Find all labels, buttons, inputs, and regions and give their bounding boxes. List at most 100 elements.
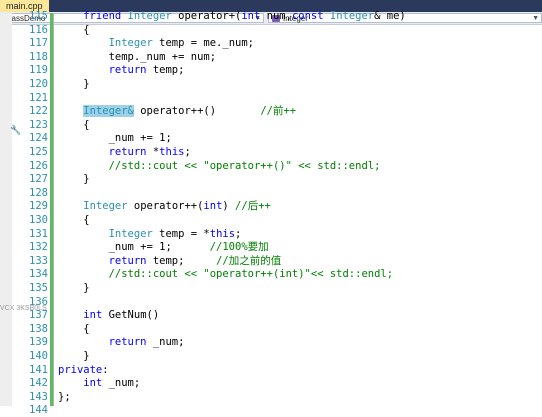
code-line[interactable]: 141 private:	[0, 363, 542, 377]
line-number: 120	[29, 78, 48, 90]
code-line[interactable]: 144	[0, 403, 542, 417]
line-number: 140	[29, 350, 48, 362]
line-number: 134	[29, 268, 48, 281]
code-text[interactable]: friend Integer operator+(int num,const I…	[58, 9, 405, 23]
code-token: _num;	[146, 336, 185, 349]
line-number: 118	[29, 50, 48, 63]
code-line[interactable]: 122 Integer& operator++() //前++	[0, 104, 542, 118]
code-token: )	[222, 200, 236, 213]
code-line[interactable]: 133 return temp; //加之前的值	[0, 254, 542, 268]
code-token: Integer	[127, 10, 172, 22]
code-line[interactable]: 130 {	[0, 213, 542, 227]
code-line[interactable]: 132 _num += 1; //100%要加	[0, 240, 542, 254]
code-text[interactable]: }	[58, 349, 90, 363]
line-number: 138	[29, 322, 48, 335]
code-text[interactable]: }	[58, 77, 89, 91]
line-number: 137	[29, 309, 48, 322]
code-line[interactable]: 118 temp._num += num;	[0, 50, 542, 64]
code-line[interactable]: 129 Integer operator++(int) //后++	[0, 199, 542, 213]
line-number: 129	[29, 200, 48, 213]
code-token: num,	[260, 10, 292, 22]
code-text[interactable]: };	[58, 390, 71, 404]
line-number: 115	[29, 10, 48, 22]
code-text[interactable]: Integer operator++(int) //后++	[58, 199, 271, 213]
code-text[interactable]: return _num;	[58, 335, 185, 349]
code-text[interactable]: private:	[58, 363, 109, 377]
code-line[interactable]: 135 }	[0, 281, 542, 295]
code-text[interactable]: _num += 1; //100%要加	[58, 240, 269, 254]
code-line[interactable]: 142 int _num;	[0, 376, 542, 390]
code-line[interactable]: 121	[0, 91, 542, 105]
code-token: temp._num += num;	[58, 50, 217, 63]
code-token: }	[58, 350, 90, 362]
code-text[interactable]: {	[58, 23, 89, 37]
code-line[interactable]: 131 Integer temp = *this;	[0, 227, 542, 241]
code-line[interactable]: 115 friend Integer operator+(int num,con…	[0, 9, 542, 23]
line-number: 119	[29, 64, 48, 77]
code-line[interactable]: 116 {	[0, 23, 542, 37]
code-token: private	[58, 363, 103, 376]
line-number: 143	[29, 390, 48, 403]
code-editor[interactable]: 🔧 VCX 3KSB0LS 115 friend Integer operato…	[0, 10, 542, 416]
code-line[interactable]: 124 _num += 1;	[0, 131, 542, 145]
code-line[interactable]: 125 return *this;	[0, 145, 542, 159]
code-token: //100%要加	[209, 241, 269, 254]
line-number: 128	[29, 186, 48, 199]
code-token: operator+(	[171, 10, 242, 22]
code-line[interactable]: 127 }	[0, 172, 542, 186]
code-line[interactable]: 119 return temp;	[0, 63, 542, 77]
code-token: _num += 1;	[58, 241, 210, 254]
code-line[interactable]: 137 int GetNum()	[0, 308, 542, 322]
line-number: 125	[29, 146, 48, 158]
code-text[interactable]: return temp; //加之前的值	[58, 254, 282, 268]
code-line[interactable]: 138 {	[0, 322, 542, 336]
code-line[interactable]: 117 Integer temp = me._num;	[0, 36, 542, 50]
code-token: temp;	[146, 254, 217, 267]
code-line[interactable]: 136	[0, 295, 542, 309]
code-text[interactable]: Integer& operator++() //前++	[58, 104, 296, 118]
code-text[interactable]: int _num;	[58, 376, 140, 390]
code-text[interactable]: _num += 1;	[58, 131, 172, 145]
code-token: Integer	[329, 10, 375, 22]
code-text[interactable]: Integer temp = me._num;	[58, 36, 254, 50]
code-token: const	[291, 10, 324, 22]
code-text[interactable]: Integer temp = *this;	[58, 227, 242, 241]
code-line[interactable]: 128	[0, 186, 542, 200]
code-token: Integer	[108, 227, 153, 240]
code-text[interactable]: return *this;	[58, 145, 191, 159]
code-line[interactable]: 126 //std::cout << "operator++()" << std…	[0, 159, 542, 173]
code-token: _num;	[102, 377, 141, 390]
code-line[interactable]: 139 return _num;	[0, 335, 542, 349]
code-text[interactable]: //std::cout << "operator++()" << std::en…	[58, 159, 381, 173]
code-text[interactable]: {	[58, 213, 90, 227]
code-text[interactable]: {	[58, 118, 90, 132]
line-number: 127	[29, 173, 48, 186]
code-line[interactable]: 123 {	[0, 118, 542, 132]
code-token: ;	[184, 146, 191, 158]
code-text[interactable]: return temp;	[58, 63, 185, 77]
code-text[interactable]: }	[58, 281, 89, 295]
code-line[interactable]: 134 //std::cout << "operator++(int)"<< s…	[0, 267, 542, 281]
code-token: {	[58, 118, 90, 131]
code-text[interactable]: temp._num += num;	[58, 50, 216, 64]
code-line[interactable]: 143};	[0, 390, 542, 404]
code-token: this	[209, 227, 236, 240]
code-token: this	[159, 146, 185, 158]
code-text[interactable]: {	[58, 322, 89, 336]
code-token: temp;	[146, 64, 185, 77]
code-token: int	[241, 10, 261, 22]
code-text[interactable]: //std::cout << "operator++(int)"<< std::…	[58, 267, 393, 281]
code-text[interactable]: }	[58, 172, 89, 186]
code-text[interactable]: int GetNum()	[58, 308, 159, 322]
code-token: {	[58, 214, 90, 226]
code-line[interactable]: 120 }	[0, 77, 542, 91]
code-token: :	[102, 363, 109, 376]
code-token: int	[83, 309, 103, 322]
code-line[interactable]: 140 }	[0, 349, 542, 363]
